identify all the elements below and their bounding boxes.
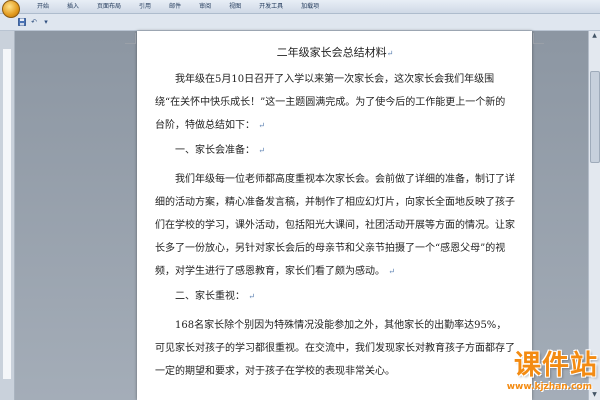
document-body[interactable]: 二年级家长会总结材料↵ 我年级在5月10日召开了入学以来第一次家长会，这次家长会… [155,45,515,383]
site-watermark-logo: 课件站 www.kjzhan.com [448,350,598,400]
scroll-up-arrow-icon[interactable]: ▲ [589,31,600,41]
tab-mailings[interactable]: 邮件 [160,0,190,13]
ribbon-tabs: 开始 插入 页面布局 引用 邮件 审阅 视图 开发工具 加载项 [28,0,328,13]
document-workspace: 二年级家长会总结材料↵ 我年级在5月10日召开了入学以来第一次家长会，这次家长会… [15,31,600,400]
tab-insert[interactable]: 插入 [58,0,88,13]
crop-mark-top-left [125,33,136,44]
office-button[interactable] [2,0,20,18]
watermark-url: www.kjzhan.com [506,382,592,392]
tab-page-layout[interactable]: 页面布局 [88,0,130,13]
redo-icon[interactable]: ▾ [42,18,50,26]
tab-developer[interactable]: 开发工具 [250,0,292,13]
ribbon-tab-bar: 开始 插入 页面布局 引用 邮件 审阅 视图 开发工具 加载项 [0,0,600,18]
crop-mark-top-right [533,33,544,44]
quick-access-toolbar: ↶ ▾ [0,14,600,31]
save-icon[interactable] [18,18,26,26]
document-title: 二年级家长会总结材料↵ [276,46,394,59]
tab-references[interactable]: 引用 [130,0,160,13]
tab-review[interactable]: 审阅 [190,0,220,13]
intro-paragraph: 我年级在5月10日召开了入学以来第一次家长会，这次家长会我们年级围绕“在关怀中快… [155,74,506,131]
undo-icon[interactable]: ↶ [30,18,38,26]
section1-heading: 一、家长会准备： ↵ [175,145,265,156]
scrollbar-thumb[interactable] [590,71,600,163]
tab-add-ins[interactable]: 加载项 [292,0,328,13]
section1-paragraph: 我们年级每一位老师都高度重视本次家长会。会前做了详细的准备，制订了详细的活动方案… [155,174,515,277]
tab-view[interactable]: 视图 [220,0,250,13]
document-page[interactable]: 二年级家长会总结材料↵ 我年级在5月10日召开了入学以来第一次家长会，这次家长会… [125,31,544,400]
watermark-title: 课件站 [514,350,598,381]
section2-heading: 二、家长重视： ↵ [175,291,255,302]
vertical-ruler [0,31,15,400]
tab-home[interactable]: 开始 [28,0,58,13]
vertical-scrollbar[interactable]: ▲ ▼ [588,31,600,400]
